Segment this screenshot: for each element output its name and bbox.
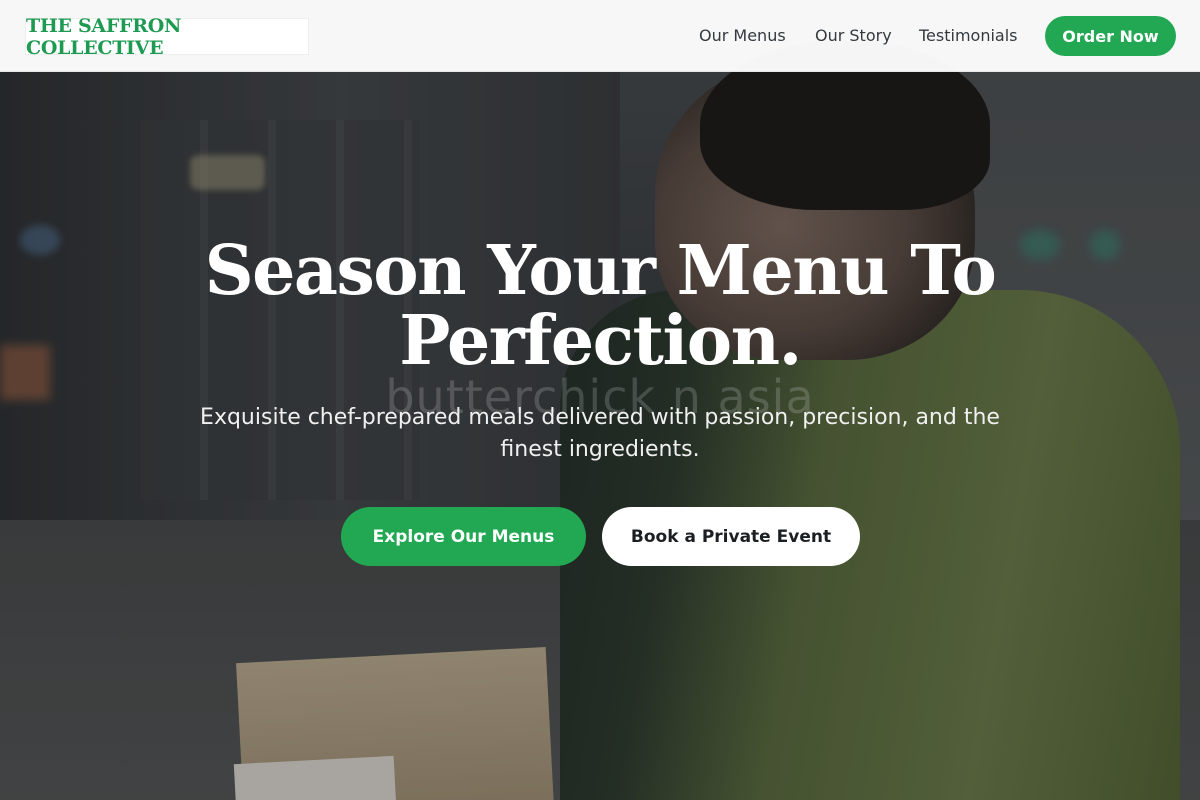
top-navbar: THE SAFFRON COLLECTIVE Our Menus Our Sto… bbox=[0, 0, 1200, 72]
nav-link-testimonials[interactable]: Testimonials bbox=[919, 26, 1018, 45]
brand-logo[interactable]: THE SAFFRON COLLECTIVE bbox=[25, 15, 309, 59]
nav-link-our-menus[interactable]: Our Menus bbox=[699, 26, 786, 45]
nav-link-our-story[interactable]: Our Story bbox=[815, 26, 892, 45]
hero-subtitle: Exquisite chef-prepared meals delivered … bbox=[200, 405, 1000, 462]
explore-menus-button[interactable]: Explore Our Menus bbox=[341, 507, 586, 566]
order-now-button[interactable]: Order Now bbox=[1045, 16, 1176, 56]
hero-title: Season Your Menu To Perfection. bbox=[204, 231, 997, 381]
book-private-event-button[interactable]: Book a Private Event bbox=[602, 507, 860, 566]
